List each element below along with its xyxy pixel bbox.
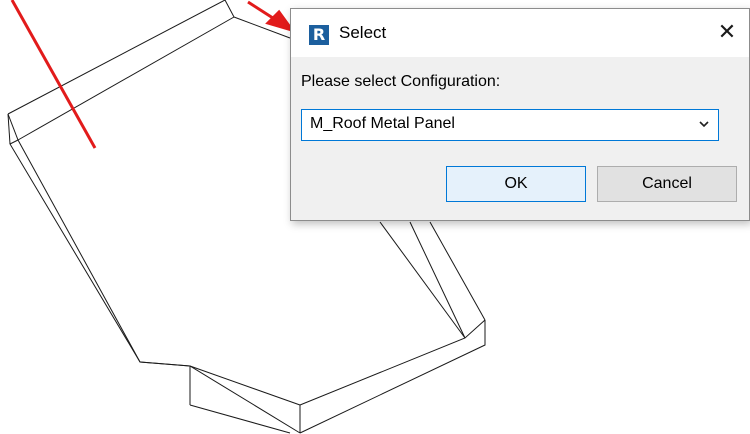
dialog-title: Select (339, 23, 387, 42)
close-icon[interactable]: ✕ (705, 15, 749, 51)
ok-button[interactable]: OK (446, 166, 586, 202)
configuration-prompt-label: Please select Configuration: (301, 73, 501, 90)
chevron-down-icon (699, 121, 709, 128)
configuration-dropdown[interactable]: M_Roof Metal Panel (301, 109, 719, 141)
dialog-titlebar[interactable]: R Select ✕ (291, 9, 749, 57)
cancel-button[interactable]: Cancel (597, 166, 737, 202)
red-annotation-arrow-line (10, 0, 97, 149)
configuration-selected-value: M_Roof Metal Panel (310, 115, 455, 132)
revit-r-icon: R (309, 25, 329, 45)
select-dialog: R Select ✕ Please select Configuration: … (290, 8, 750, 221)
